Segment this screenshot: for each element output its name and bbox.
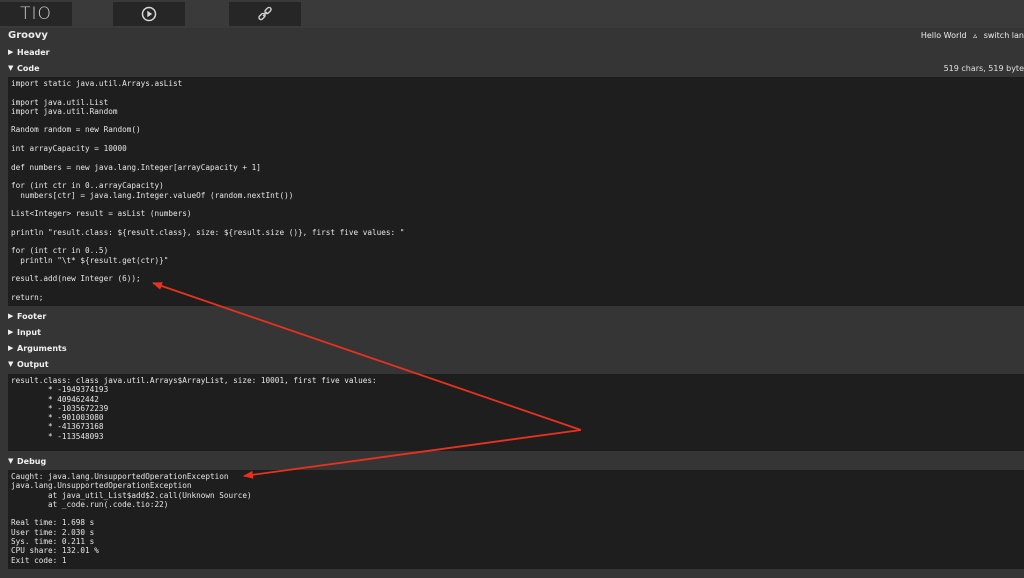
section-output-toggle[interactable]: ▼ Output <box>0 357 1024 372</box>
code-editor[interactable]: import static java.util.Arrays.asList im… <box>8 77 1024 306</box>
expand-arrow-icon: ▶ <box>8 344 14 352</box>
debug_lines-line: java.lang.UnsupportedOperationException <box>11 481 192 491</box>
debug_lines-line: Caught: java.lang.UnsupportedOperationEx… <box>11 472 229 481</box>
section-header-toggle[interactable]: ▶ Header <box>0 45 1024 60</box>
expand-arrow-icon: ▶ <box>8 328 14 336</box>
expand-arrow-icon: ▶ <box>8 312 14 320</box>
code_lines-line: for (int ctr in 0..arrayCapacity) <box>11 181 164 191</box>
section-label: Arguments <box>17 344 67 353</box>
code_lines-line: List<Integer> result = asList (numbers) <box>11 209 192 219</box>
section-label: Code <box>17 64 40 73</box>
code_lines-line: numbers[ctr] = java.lang.Integer.valueOf… <box>11 190 294 200</box>
debug_lines-line <box>11 509 1021 518</box>
code_lines-line: return; <box>11 292 44 302</box>
section-label: Footer <box>17 312 47 321</box>
section-code-toggle[interactable]: ▼ Code 519 chars, 519 byte <box>0 61 1024 76</box>
code-stats: 519 chars, 519 byte <box>943 64 1024 73</box>
code_lines-line <box>11 88 1021 97</box>
section-label: Input <box>17 328 41 337</box>
code_lines-line <box>11 135 1021 144</box>
tio-logo-button[interactable]: TIO <box>0 2 72 26</box>
section-debug-toggle[interactable]: ▼ Debug <box>0 454 1024 469</box>
code_lines-line: println "result.class: ${result.class}, … <box>11 227 405 237</box>
code_lines-line <box>11 116 1021 125</box>
code_lines-line <box>11 237 1021 246</box>
run-button[interactable] <box>113 2 185 26</box>
language-actions: Hello World ▵ switch lan <box>917 31 1024 40</box>
switch-language-link[interactable]: switch lan <box>984 31 1024 40</box>
debug_lines-line: Exit code: 1 <box>11 555 67 565</box>
code_lines-line <box>11 265 1021 274</box>
code_lines-line: for (int ctr in 0..5) <box>11 246 109 256</box>
output_lines-line: * -1035672239 <box>11 403 109 413</box>
code_lines-line: println "\t* ${result.get(ctr)}" <box>11 255 169 265</box>
section-input-toggle[interactable]: ▶ Input <box>0 325 1024 340</box>
collapse-arrow-icon: ▼ <box>8 457 14 465</box>
output_lines-line: * -1949374193 <box>11 385 109 395</box>
permalink-button[interactable] <box>229 2 301 26</box>
code_lines-line: result.add(new Integer (6)); <box>11 274 141 284</box>
expand-arrow-icon: ▶ <box>8 48 14 56</box>
code_lines-line <box>11 153 1021 162</box>
language-bar: Groovy Hello World ▵ switch lan <box>0 28 1024 44</box>
code_lines-line: int arrayCapacity = 10000 <box>11 144 127 154</box>
debug_lines-line: at java_util_List$add$2.call(Unknown Sou… <box>11 490 252 500</box>
triangle-icon[interactable]: ▵ <box>973 31 977 40</box>
section-arguments-toggle[interactable]: ▶ Arguments <box>0 341 1024 356</box>
code_lines-line: import java.util.List <box>11 97 109 107</box>
debug_lines-line: at _code.run(.code.tio:22) <box>11 499 169 509</box>
collapse-arrow-icon: ▼ <box>8 64 14 72</box>
section-label: Debug <box>17 457 47 466</box>
debug-box[interactable]: Caught: java.lang.UnsupportedOperationEx… <box>8 470 1024 569</box>
debug_lines-line: Real time: 1.698 s <box>11 518 95 528</box>
debug_lines-line: CPU share: 132.01 % <box>11 546 99 556</box>
code_lines-line: import static java.util.Arrays.asList <box>11 79 183 88</box>
collapse-arrow-icon: ▼ <box>8 360 14 368</box>
top-toolbar: TIO <box>0 0 1024 28</box>
section-footer-toggle[interactable]: ▶ Footer <box>0 309 1024 324</box>
section-label: Output <box>17 360 49 369</box>
link-icon <box>258 6 272 21</box>
play-icon <box>141 6 157 22</box>
debug_lines-line: User time: 2.030 s <box>11 527 95 537</box>
code_lines-line: def numbers = new java.lang.Integer[arra… <box>11 162 261 172</box>
output_lines-line: result.class: class java.util.Arrays$Arr… <box>11 376 377 385</box>
section-label: Header <box>17 48 50 57</box>
code_lines-line <box>11 218 1021 227</box>
output_lines-line: * 409462442 <box>11 394 99 404</box>
output_lines-line: * -413673168 <box>11 422 104 432</box>
output_lines-line: * -901003080 <box>11 413 104 423</box>
debug_lines-line: Sys. time: 0.211 s <box>11 537 95 547</box>
hello-world-link[interactable]: Hello World <box>921 31 967 40</box>
code_lines-line <box>11 284 1021 293</box>
code_lines-line <box>11 172 1021 181</box>
output-box[interactable]: result.class: class java.util.Arrays$Arr… <box>8 374 1024 451</box>
code_lines-line: import java.util.Random <box>11 106 118 116</box>
output_lines-line: * -113548093 <box>11 431 104 441</box>
tio-logo: TIO <box>20 4 52 24</box>
code_lines-line <box>11 200 1021 209</box>
language-name: Groovy <box>8 30 48 41</box>
code_lines-line: Random random = new Random() <box>11 125 141 135</box>
